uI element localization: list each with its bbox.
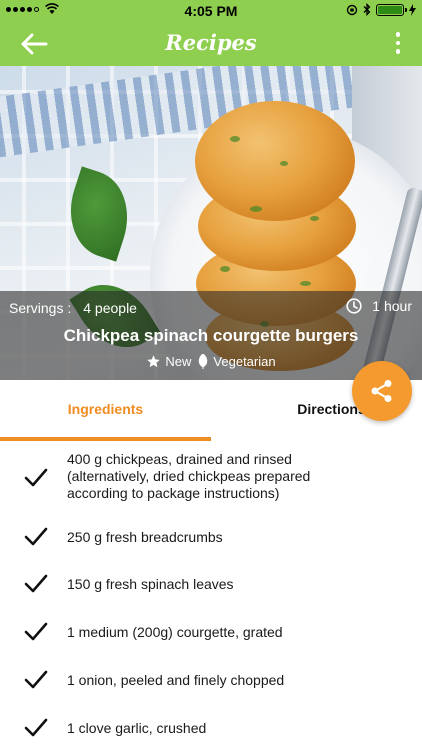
checkmark-icon [24,670,48,689]
ingredient-text: 150 g fresh spinach leaves [67,576,234,592]
servings-value: 4 people [83,300,137,316]
servings-label: Servings : [9,300,72,316]
ingredients-list: 400 g chickpeas, drained and rinsed (alt… [0,442,422,750]
recipe-hero-image: Servings : 4 people 1 hour Chickpea spina… [0,66,422,380]
ingredient-text: 1 clove garlic, crushed [67,720,207,736]
share-button[interactable] [352,361,412,421]
checkmark-icon [24,574,48,593]
tab-ingredients[interactable]: Ingredients [0,380,211,438]
star-icon [147,355,161,368]
battery-icon [376,3,407,16]
recipe-title: Chickpea spinach courgette burgers [63,326,359,345]
ingredient-text: 1 medium (200g) courgette, grated [67,624,283,640]
duration-value: 1 hour [372,298,412,314]
page-title: Recipes [165,30,257,55]
list-item: 150 g fresh spinach leaves [0,574,422,604]
charging-icon [409,3,416,16]
list-item: 1 clove garlic, crushed [0,718,422,748]
orientation-lock-icon [346,4,358,15]
status-right [346,3,416,16]
ingredient-text: 400 g chickpeas, drained and rinsed (alt… [67,451,311,501]
more-vertical-icon [395,32,401,37]
checkmark-icon [24,527,48,546]
list-item: 250 g fresh breadcrumbs [0,527,422,557]
recipe-tags: New Vegetarian [0,354,422,369]
tag-label: New [165,354,192,369]
leaf-icon [199,354,208,369]
checkmark-icon [24,718,48,737]
clock-icon [346,298,362,314]
duration-info: 1 hour [346,298,412,314]
burger-patty-image [195,101,355,221]
more-options-button[interactable] [388,32,408,58]
recipe-info-overlay: Servings : 4 people 1 hour Chickpea spina… [0,291,422,380]
navigation-bar: Recipes [0,22,422,66]
share-icon [371,380,392,402]
bluetooth-icon [363,3,371,16]
checkmark-icon [24,468,48,487]
app-header: 4:05 PM Recipes [0,0,422,66]
checkmark-icon [24,622,48,641]
list-item: 1 onion, peeled and finely chopped [0,670,422,700]
ingredient-text: 1 onion, peeled and finely chopped [67,672,285,688]
list-item: 400 g chickpeas, drained and rinsed (alt… [0,451,422,511]
tag-label: Vegetarian [213,354,276,369]
tag-new: New [146,354,191,369]
ingredient-text: 250 g fresh breadcrumbs [67,529,223,545]
servings-info: Servings : 4 people [9,300,137,316]
status-bar: 4:05 PM [0,0,422,22]
tag-vegetarian: Vegetarian [197,354,276,369]
active-tab-indicator [0,437,211,441]
list-item: 1 medium (200g) courgette, grated [0,622,422,652]
